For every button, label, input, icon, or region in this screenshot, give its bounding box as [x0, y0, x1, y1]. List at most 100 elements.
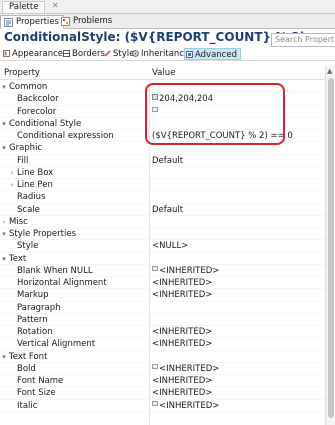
property-label: Bold — [17, 363, 36, 374]
tab-properties-label: Properties — [16, 17, 59, 27]
column-header-property: Property — [4, 68, 40, 78]
borders-icon — [63, 50, 70, 57]
property-row[interactable]: Rotation <INHERITED> — [0, 326, 325, 339]
expand-down-icon[interactable]: ▾ — [0, 351, 8, 363]
property-label: Style — [17, 241, 39, 252]
property-value[interactable]: <INHERITED> — [152, 326, 212, 338]
search-properties-field[interactable]: Search Propert — [271, 33, 335, 47]
property-row[interactable]: ▾ Style Properties — [0, 228, 325, 241]
expand-down-icon[interactable]: ▾ — [0, 253, 8, 265]
property-row[interactable]: Paragraph — [0, 302, 325, 314]
property-row[interactable]: Forecolor — [0, 106, 325, 118]
property-row[interactable]: Backcolor 204,204,204 — [0, 93, 325, 106]
property-value[interactable]: <INHERITED> — [152, 289, 212, 301]
property-label: Text Font — [9, 351, 48, 362]
tab-advanced[interactable]: Advanced — [184, 48, 241, 60]
property-row[interactable]: Bold <INHERITED> — [0, 363, 325, 375]
property-row[interactable]: › Misc — [0, 216, 325, 228]
property-row[interactable]: ▾ Text Font — [0, 351, 325, 363]
property-value[interactable]: <INHERITED> — [152, 277, 212, 289]
tab-borders-label: Borders — [72, 49, 105, 59]
expand-right-icon[interactable]: › — [8, 167, 16, 179]
palette-tab-label: Palette — [9, 2, 39, 12]
property-value[interactable]: Default — [152, 204, 183, 216]
property-label: Style Properties — [9, 229, 77, 239]
vertical-scrollbar[interactable]: ▲ — [325, 66, 335, 425]
tab-problems[interactable]: Problems — [58, 15, 116, 29]
property-row[interactable]: Style <NULL> — [0, 240, 325, 253]
property-rows: ▾ Common Backcolor 204,204,204 Forecolor ▾ Con… — [0, 81, 325, 412]
property-row[interactable]: Horizontal Alignment <INHERITED> — [0, 277, 325, 290]
property-label: Pattern — [17, 314, 48, 325]
appearance-icon — [3, 50, 10, 57]
property-row[interactable]: Markup <INHERITED> — [0, 289, 325, 302]
property-row[interactable]: Blank When NULL <INHERITED> — [0, 265, 325, 277]
property-row[interactable]: Fill Default — [0, 155, 325, 167]
checkbox-icon[interactable] — [152, 400, 158, 406]
property-value[interactable]: <INHERITED> — [152, 338, 212, 350]
grid-header: Property Value — [0, 66, 325, 80]
problems-icon — [61, 17, 70, 26]
property-label: Vertical Alignment — [17, 339, 96, 350]
scroll-up-icon[interactable]: ▲ — [327, 67, 332, 75]
tab-style[interactable]: Style — [103, 48, 134, 60]
property-row[interactable]: Pattern — [0, 314, 325, 326]
property-row[interactable]: Font Size <INHERITED> — [0, 387, 325, 400]
property-row[interactable]: Radius — [0, 191, 325, 204]
palette-tab[interactable]: Palette — [2, 1, 46, 13]
property-row[interactable]: Scale Default — [0, 204, 325, 216]
property-row[interactable]: Conditional expression ($V{REPORT_COUNT} … — [0, 130, 325, 143]
property-label: Common — [9, 82, 48, 92]
property-label: Text — [9, 253, 27, 264]
tab-borders[interactable]: Borders — [62, 48, 105, 60]
property-row[interactable]: › Line Pen — [0, 179, 325, 192]
property-label: Markup — [17, 290, 49, 301]
expand-down-icon[interactable]: ▾ — [0, 142, 8, 154]
property-label: Font Name — [17, 376, 64, 386]
property-value[interactable]: <INHERITED> — [152, 387, 212, 399]
property-value[interactable]: <INHERITED> — [159, 265, 219, 277]
property-label: Rotation — [17, 327, 53, 337]
property-row[interactable]: ▾ Conditional Style — [0, 118, 325, 130]
property-row[interactable]: › Line Box — [0, 167, 325, 179]
checkbox-icon[interactable] — [152, 265, 158, 271]
property-value[interactable]: <NULL> — [152, 240, 188, 252]
tab-problems-label: Problems — [73, 16, 113, 26]
property-row[interactable]: ▾ Text — [0, 253, 325, 265]
property-row[interactable]: Italic <INHERITED> — [0, 400, 325, 412]
property-label: Font Size — [17, 388, 56, 399]
property-label: Conditional Style — [9, 118, 82, 129]
property-label: Graphic — [9, 143, 43, 154]
close-icon[interactable]: ✕ — [52, 1, 59, 10]
expand-down-icon[interactable]: ▾ — [0, 81, 8, 93]
property-value[interactable]: <INHERITED> — [152, 375, 212, 387]
tab-inheritance[interactable]: Inheritance — [131, 48, 189, 60]
scroll-thumb[interactable] — [328, 78, 334, 418]
property-row[interactable]: ▾ Graphic — [0, 142, 325, 155]
expand-down-icon[interactable]: ▾ — [0, 228, 8, 240]
tab-appearance[interactable]: Appearance — [2, 48, 63, 60]
property-label: Radius — [17, 192, 46, 203]
property-label: Paragraph — [17, 302, 61, 313]
color-swatch-icon[interactable] — [152, 94, 158, 101]
expand-right-icon[interactable]: › — [8, 179, 16, 191]
property-label: Backcolor — [17, 94, 59, 105]
checkbox-icon[interactable] — [152, 363, 158, 369]
property-value[interactable]: ($V{REPORT_COUNT} % 2) == 0 — [152, 130, 293, 142]
property-row[interactable]: ▾ Common — [0, 81, 325, 94]
property-value[interactable]: <INHERITED> — [159, 363, 219, 375]
property-row[interactable]: Font Name <INHERITED> — [0, 375, 325, 388]
property-value[interactable]: <INHERITED> — [159, 400, 219, 412]
property-label: Misc — [9, 216, 28, 227]
section-tabs: Appearance Borders Style Inheritance Adv… — [0, 47, 335, 61]
title-bar: ConditionalStyle: ($V{REPORT_COUNT} % 2)… — [0, 30, 335, 47]
color-swatch-empty-icon[interactable] — [152, 106, 158, 112]
property-row[interactable]: Vertical Alignment <INHERITED> — [0, 338, 325, 351]
expand-down-icon[interactable]: ▾ — [0, 118, 8, 130]
property-label: Italic — [17, 400, 38, 411]
tab-advanced-label: Advanced — [195, 50, 237, 60]
expand-right-icon[interactable]: › — [0, 216, 8, 228]
tab-properties[interactable]: Properties — [0, 15, 64, 29]
property-value[interactable]: Default — [152, 155, 183, 167]
property-value[interactable]: 204,204,204 — [159, 93, 213, 105]
